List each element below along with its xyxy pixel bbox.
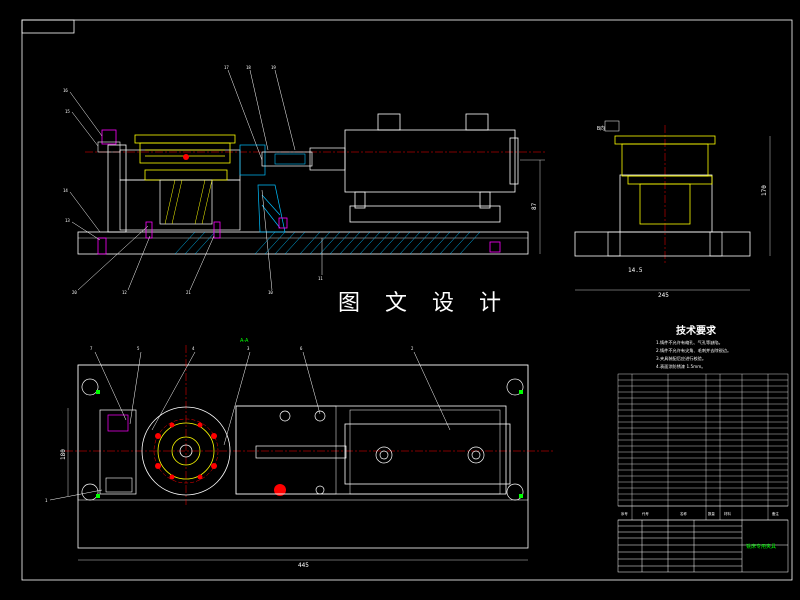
parts-list-header: 序号 代号 名称 数量 材料 备注 (621, 511, 779, 516)
top-view: A-A 180 445 (60, 338, 555, 569)
balloon-15: 15 (65, 109, 70, 114)
tech-note-4: 4.表面涂防锈漆 1.5mm。 (656, 363, 705, 370)
balloon-7: 7 (90, 346, 93, 351)
balloon-21: 21 (186, 290, 191, 295)
balloon-18: 18 (246, 65, 251, 70)
header-cell-qty: 数量 (708, 511, 715, 516)
tech-requirements-title: 技术要求 (676, 324, 717, 337)
drawing-name: 铣床专用夹具 (746, 543, 776, 550)
top-width-dim: 445 (298, 562, 309, 569)
header-cell-remark: 备注 (772, 511, 779, 516)
side-height-dim: 170 (761, 185, 768, 196)
balloon-12: 12 (122, 290, 127, 295)
section-label: A-A (240, 338, 249, 344)
front-height-dim: 87 (531, 202, 538, 210)
balloon-19: 19 (271, 65, 276, 70)
tech-note-1: 1.铸件不允许有缩孔、气孔等缺陷。 (656, 339, 723, 346)
post-hatch (159, 179, 213, 225)
technical-requirements: 技术要求 1.铸件不允许有缩孔、气孔等缺陷。 2.铸件不允许有尖角、毛刺并去除锐… (656, 324, 731, 370)
watermark-text: 图 文 设 计 (338, 291, 510, 316)
balloon-2: 2 (411, 346, 414, 351)
header-cell-no: 序号 (621, 511, 628, 516)
hydraulic-cylinder (344, 113, 519, 223)
header-cell-name: 名称 (680, 511, 687, 516)
balloon-6: 6 (300, 346, 303, 351)
balloon-3: 3 (247, 346, 250, 351)
side-view-label: B向 (597, 125, 605, 132)
top-height-dim: 180 (60, 449, 67, 460)
side-width-dim: 245 (658, 292, 669, 299)
header-cell-code: 代号 (642, 511, 649, 516)
tech-note-3: 3.夹具装配后应进行校验。 (656, 355, 706, 362)
balloon-11: 11 (318, 276, 323, 281)
side-view: B向 170 245 14.5 (574, 120, 771, 299)
front-view: 87 (77, 113, 545, 255)
balloon-17: 17 (224, 65, 229, 70)
balloon-1: 1 (45, 498, 48, 503)
tech-note-2: 2.铸件不允许有尖角、毛刺并去除锐边。 (656, 347, 731, 354)
balloon-13: 13 (65, 218, 70, 223)
balloon-20: 20 (72, 290, 77, 295)
wedge-block (239, 144, 286, 233)
header-cell-material: 材料 (724, 511, 731, 516)
base-hatch (174, 231, 481, 255)
balloon-5: 5 (137, 346, 140, 351)
balloon-4: 4 (192, 346, 195, 351)
cad-drawing-canvas: 87 16 15 17 18 19 14 13 20 12 21 10 11 B… (21, 19, 793, 581)
side-small-dim: 14.5 (628, 267, 643, 274)
balloon-14: 14 (63, 188, 68, 193)
parts-list (617, 373, 789, 521)
balloon-16: 16 (63, 88, 68, 93)
balloon-10: 10 (268, 290, 273, 295)
